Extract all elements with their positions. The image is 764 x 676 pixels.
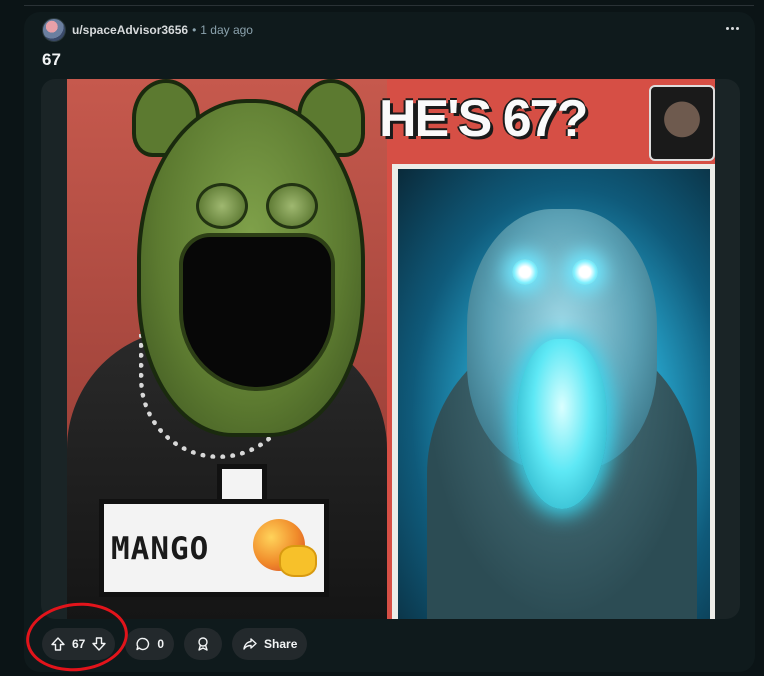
top-divider (24, 5, 754, 6)
share-button[interactable]: Share (232, 628, 308, 660)
post-media[interactable]: MANGO HE'S 67? (41, 79, 740, 619)
separator-dot: • (192, 23, 197, 37)
post-title[interactable]: 67 (42, 50, 61, 70)
share-icon (242, 636, 258, 652)
comment-count: 0 (157, 637, 165, 651)
comments-button[interactable]: 0 (125, 628, 175, 660)
share-label: Share (264, 637, 298, 651)
username-link[interactable]: u/spaceAdvisor3656 (72, 23, 188, 37)
user-avatar[interactable] (42, 18, 66, 42)
green-mask (137, 99, 365, 437)
post-header: u/spaceAdvisor3656 • 1 day ago (42, 18, 253, 42)
award-icon (194, 636, 212, 652)
post-card[interactable]: u/spaceAdvisor3656 • 1 day ago 67 MANGO … (24, 12, 755, 672)
bubble-text: MANGO (111, 531, 210, 567)
award-button[interactable] (184, 628, 223, 660)
comment-icon (135, 636, 151, 652)
reaction-face-thumbnail (649, 85, 715, 161)
post-time: 1 day ago (200, 23, 253, 37)
meme-image: MANGO HE'S 67? (67, 79, 715, 619)
image-heading: HE'S 67? (379, 90, 588, 148)
more-options-icon[interactable] (719, 16, 745, 40)
